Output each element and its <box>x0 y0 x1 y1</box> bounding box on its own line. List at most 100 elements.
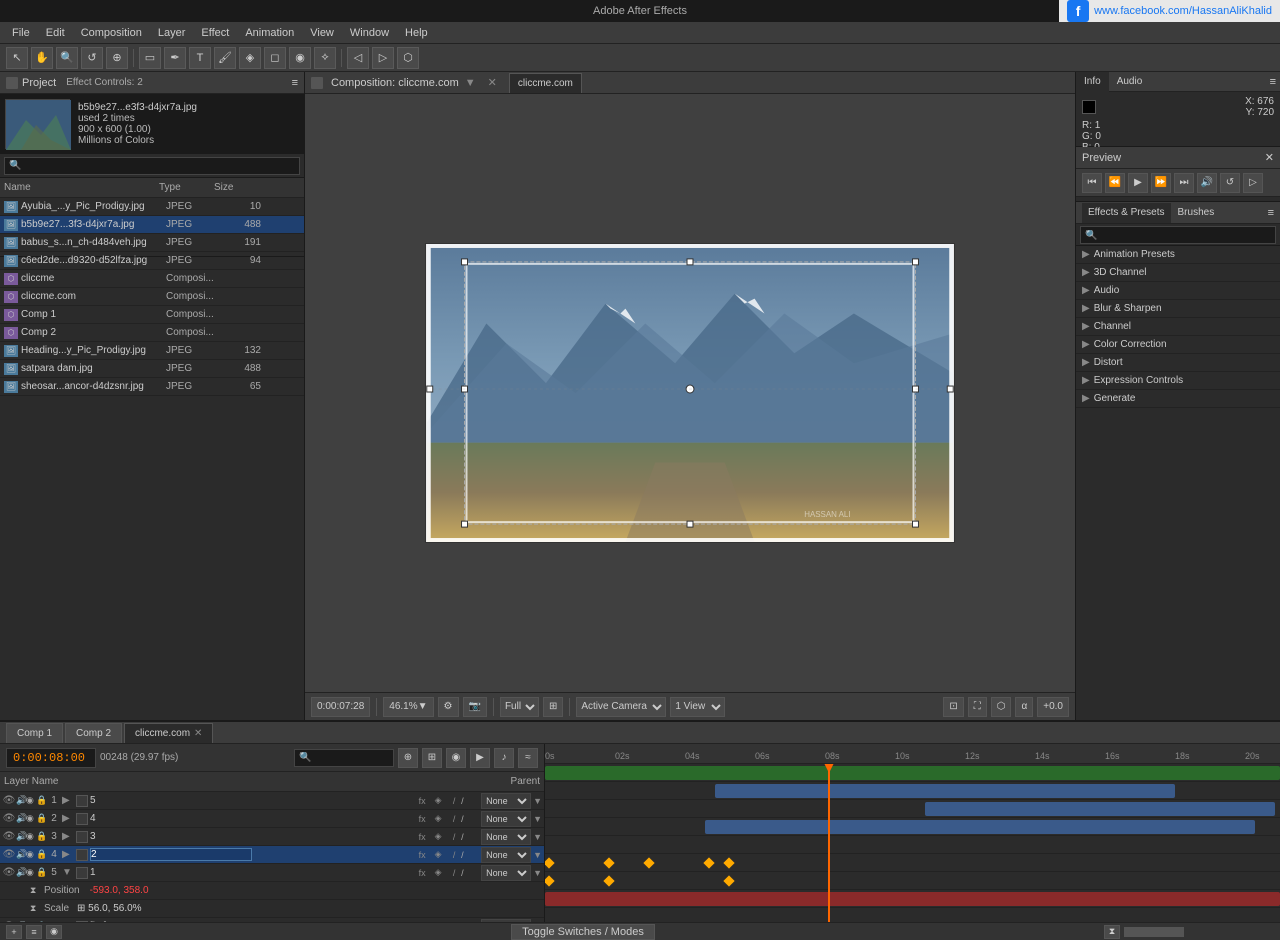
viewer-settings-btn[interactable]: ⚙ <box>438 697 459 717</box>
keyframe-pos-0[interactable] <box>545 857 555 868</box>
effects-category-6[interactable]: ▶Distort <box>1076 354 1280 372</box>
layer-sw-fx-2[interactable]: fx <box>415 830 429 844</box>
tool-rect[interactable]: ▭ <box>139 47 161 69</box>
comp-close-btn[interactable]: ✕ <box>488 76 497 89</box>
comp-tab-main[interactable]: cliccme.com <box>509 73 582 93</box>
viewer-alpha-btn[interactable]: α <box>1015 697 1033 717</box>
tab-info[interactable]: Info <box>1076 72 1109 92</box>
tl-new-comp-btn[interactable]: ⊕ <box>398 748 418 768</box>
tool-eraser[interactable]: ◻ <box>264 47 286 69</box>
tab-brushes[interactable]: Brushes <box>1172 203 1221 223</box>
layer-sw-extra-1[interactable]: / <box>461 814 477 824</box>
keyframe-scale-180[interactable] <box>723 875 734 886</box>
tool-extra3[interactable]: ⬡ <box>397 47 419 69</box>
tl-solo-btn[interactable]: ◉ <box>446 748 466 768</box>
layer-lock-0[interactable]: 🔒 <box>36 795 46 806</box>
file-item-3[interactable]: 🖼 c6ed2de...d9320-d52lfza.jpg JPEG 94 <box>0 252 304 270</box>
tl-tab-close[interactable]: ✕ <box>194 728 202 739</box>
layer-audio-4[interactable]: 🔊 <box>16 867 26 878</box>
menu-window[interactable]: Window <box>342 25 397 41</box>
layer-lock-4[interactable]: 🔒 <box>36 867 46 878</box>
file-item-7[interactable]: ⬡ Comp 2 Composi... <box>0 324 304 342</box>
layer-vis-3[interactable]: 👁 <box>2 848 16 862</box>
tl-render-btn[interactable]: ▶ <box>470 748 490 768</box>
menu-layer[interactable]: Layer <box>150 25 194 41</box>
layer-vis-2[interactable]: 👁 <box>2 830 16 844</box>
layer-lock-1[interactable]: 🔒 <box>36 813 46 824</box>
layer-sw-adj-4[interactable]: / <box>447 866 461 880</box>
layer-expand-4[interactable]: ▼ <box>62 867 76 878</box>
layer-sw-extra-2[interactable]: / <box>461 832 477 842</box>
effects-category-1[interactable]: ▶3D Channel <box>1076 264 1280 282</box>
file-item-6[interactable]: ⬡ Comp 1 Composi... <box>0 306 304 324</box>
layer-solo-2[interactable]: ◉ <box>26 831 36 842</box>
effects-menu-btn[interactable]: ≡ <box>1268 207 1274 219</box>
layer-lock-2[interactable]: 🔒 <box>36 831 46 842</box>
layer-mode-arrow-1[interactable]: ▼ <box>533 814 542 824</box>
effects-category-7[interactable]: ▶Expression Controls <box>1076 372 1280 390</box>
layer-sw-extra-3[interactable]: / <box>461 850 477 860</box>
layer-mode-arrow-2[interactable]: ▼ <box>533 832 542 842</box>
tl-draft-btn[interactable]: ⊞ <box>422 748 442 768</box>
prev-back-frame[interactable]: ⏪ <box>1105 173 1125 193</box>
layer-audio-3[interactable]: 🔊 <box>16 849 26 860</box>
layer-sw-fx-0[interactable]: fx <box>415 794 429 808</box>
tl-bottom-layer-btn[interactable]: ≡ <box>26 925 42 939</box>
menu-help[interactable]: Help <box>397 25 436 41</box>
tl-tab-comp2[interactable]: Comp 2 <box>65 723 122 743</box>
keyframe-scale-60[interactable] <box>603 875 614 886</box>
prev-play[interactable]: ▶ <box>1128 173 1148 193</box>
layer-sw-adj-1[interactable]: / <box>447 812 461 826</box>
viewer-fullscreen-btn[interactable]: ⛶ <box>968 697 987 717</box>
viewer-zoom-btn[interactable]: 46.1% ▼ <box>383 697 433 717</box>
effects-category-8[interactable]: ▶Generate <box>1076 390 1280 408</box>
layer-mode-arrow-3[interactable]: ▼ <box>533 850 542 860</box>
prev-fwd-frame[interactable]: ⏩ <box>1151 173 1171 193</box>
layer-sw-fx-4[interactable]: fx <box>415 866 429 880</box>
viewer-fit-btn[interactable]: ⊡ <box>943 697 963 717</box>
layer-sw-fx-1[interactable]: fx <box>415 812 429 826</box>
tool-extra2[interactable]: ▷ <box>372 47 394 69</box>
tl-layer-row-4[interactable]: 👁 🔊 ◉ 🔒 5 ▼ fx ◈ / / None ▼ <box>0 864 544 882</box>
tool-text[interactable]: T <box>189 47 211 69</box>
tl-layer-row-2[interactable]: 👁 🔊 ◉ 🔒 3 ▶ fx ◈ / / None ▼ <box>0 828 544 846</box>
file-item-4[interactable]: ⬡ cliccme Composi... <box>0 270 304 288</box>
viewer-exposure-btn[interactable]: +0.0 <box>1037 697 1069 717</box>
layer-sw-motion-4[interactable]: ◈ <box>431 866 445 880</box>
tl-layer-row-0[interactable]: 👁 🔊 ◉ 🔒 1 ▶ fx ◈ / / None ▼ <box>0 792 544 810</box>
keyframe-pos-180[interactable] <box>723 857 734 868</box>
tl-bottom-time-btn[interactable]: ⧗ <box>1104 925 1120 939</box>
layer-sw-motion-3[interactable]: ◈ <box>431 848 445 862</box>
effects-category-2[interactable]: ▶Audio <box>1076 282 1280 300</box>
tl-tab-cliccme[interactable]: cliccme.com ✕ <box>124 723 213 743</box>
layer-solo-1[interactable]: ◉ <box>26 813 36 824</box>
layer-sw-extra-0[interactable]: / <box>461 796 477 806</box>
prev-loop[interactable]: ↺ <box>1220 173 1240 193</box>
tool-brush[interactable]: 🖌 <box>214 47 236 69</box>
layer-vis-1[interactable]: 👁 <box>2 812 16 826</box>
tool-select[interactable]: ↖ <box>6 47 28 69</box>
tool-rotate[interactable]: ↺ <box>81 47 103 69</box>
layer-mode-arrow-0[interactable]: ▼ <box>533 796 542 806</box>
viewer-camera-select[interactable]: Active Camera <box>576 697 666 717</box>
menu-composition[interactable]: Composition <box>73 25 150 41</box>
keyframe-pos-160[interactable] <box>703 857 714 868</box>
tl-graph-btn[interactable]: ≈ <box>518 748 538 768</box>
layer-name-4[interactable] <box>90 867 251 878</box>
tl-bottom-add-btn[interactable]: + <box>6 925 22 939</box>
menu-file[interactable]: File <box>4 25 38 41</box>
tl-tab-comp1[interactable]: Comp 1 <box>6 723 63 743</box>
viewer-resolution-select[interactable]: Full <box>500 697 539 717</box>
prev-first-frame[interactable]: ⏮ <box>1082 173 1102 193</box>
layer-mode-select-3[interactable]: None <box>481 847 531 863</box>
effects-category-4[interactable]: ▶Channel <box>1076 318 1280 336</box>
layer-solo-4[interactable]: ◉ <box>26 867 36 878</box>
viewer-3d-btn[interactable]: ⬡ <box>991 697 1012 717</box>
info-menu-btn[interactable]: ≡ <box>1266 76 1280 88</box>
layer-mode-select-0[interactable]: None <box>481 793 531 809</box>
project-search-input[interactable] <box>4 157 300 175</box>
tab-audio[interactable]: Audio <box>1109 72 1151 92</box>
layer-lock-3[interactable]: 🔒 <box>36 849 46 860</box>
file-item-0[interactable]: 🖼 Ayubia_...y_Pic_Prodigy.jpg JPEG 10 <box>0 198 304 216</box>
layer-vis-4[interactable]: 👁 <box>2 866 16 880</box>
